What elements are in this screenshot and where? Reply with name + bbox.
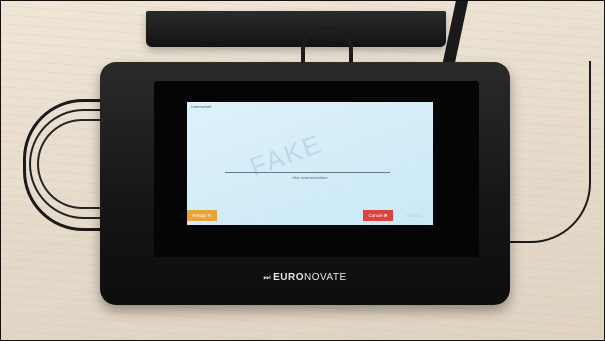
screen-header: Unterschrift (191, 104, 212, 109)
photo-frame: Unterschrift FAKE Hier unterschreiben Re… (0, 0, 605, 341)
monitor-stand-base (146, 11, 446, 47)
resign-button[interactable]: Resign ↻ (187, 210, 217, 221)
confirm-button[interactable]: Confirm (399, 210, 429, 221)
cancel-button[interactable]: Cancel ✖ (363, 210, 393, 221)
brand-logo: ⏭ EURONOVATE (100, 272, 510, 283)
brand-mark-icon: ⏭ (263, 273, 272, 282)
signature-line (225, 172, 390, 173)
brand-name-bold: EURO (273, 272, 304, 283)
tablet-screen: Unterschrift FAKE Hier unterschreiben Re… (187, 102, 433, 225)
signature-tablet: Unterschrift FAKE Hier unterschreiben Re… (100, 62, 510, 305)
signature-caption: Hier unterschreiben (292, 175, 328, 180)
brand-name-light: NOVATE (303, 272, 347, 283)
